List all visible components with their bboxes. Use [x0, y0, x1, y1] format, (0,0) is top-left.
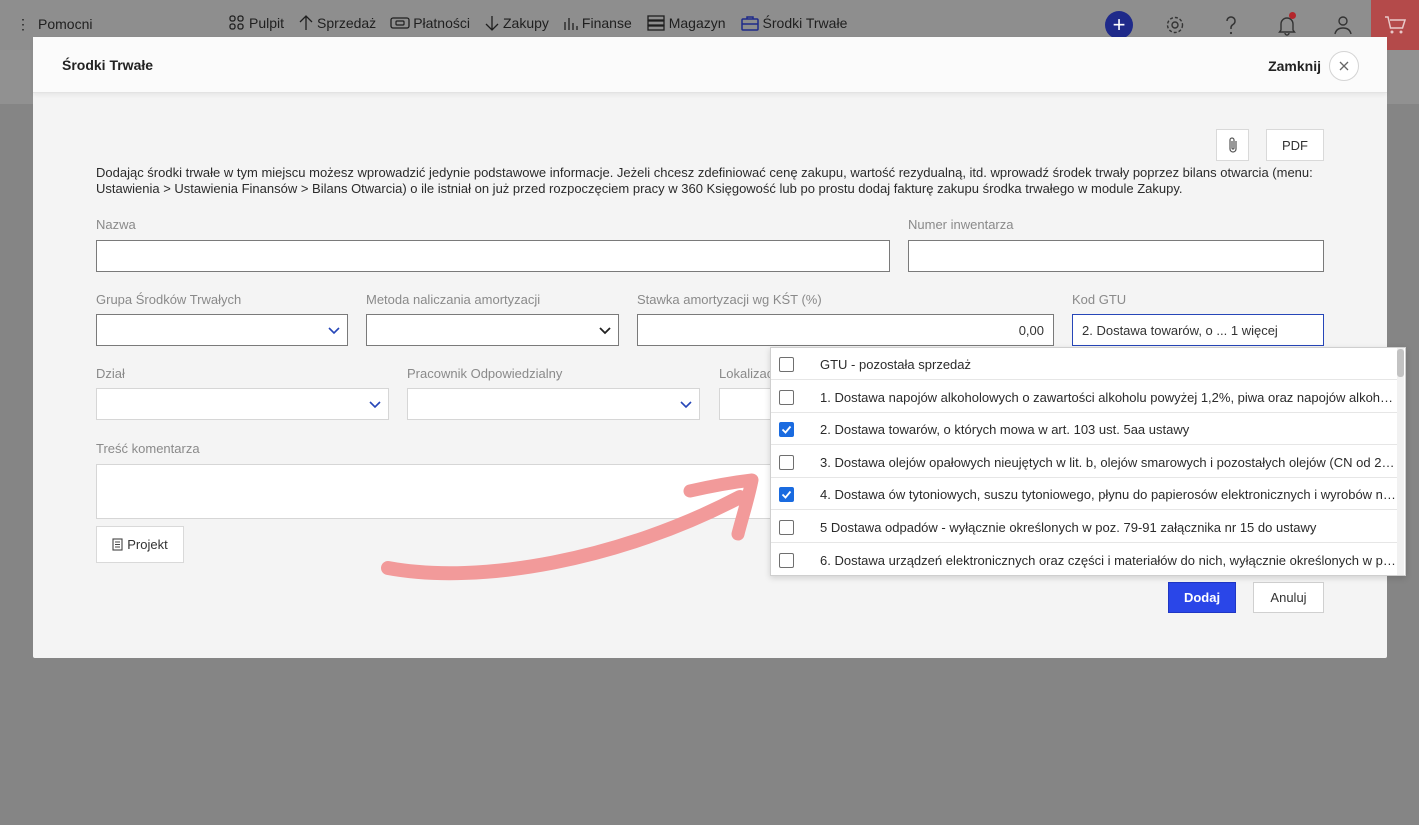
close-icon: [1339, 61, 1349, 71]
cart-icon: [1385, 16, 1406, 34]
help-icon: [1226, 16, 1236, 35]
wallet-icon: [390, 17, 410, 29]
dropdown-scrollbar[interactable]: [1397, 348, 1404, 575]
gtu-option[interactable]: 5 Dostawa odpadów - wyłącznie określonyc…: [771, 511, 1398, 543]
close-label[interactable]: Zamknij: [1268, 58, 1321, 74]
label-numer-inwentarza: Numer inwentarza: [908, 217, 1014, 232]
pdf-button[interactable]: PDF: [1266, 129, 1324, 161]
nav-item-sprzedaz[interactable]: Sprzedaż: [298, 14, 376, 32]
chevron-down-icon: [328, 327, 340, 335]
gtu-dropdown-list: GTU - pozostała sprzedaż 1. Dostawa napo…: [770, 347, 1406, 576]
checkbox[interactable]: [779, 357, 794, 372]
label-kod-gtu: Kod GTU: [1072, 292, 1127, 307]
label-metoda: Metoda naliczania amortyzacji: [366, 292, 541, 307]
project-button[interactable]: Projekt: [96, 526, 184, 563]
more-vertical-icon[interactable]: ⋮: [16, 16, 30, 33]
close-button[interactable]: [1329, 51, 1359, 81]
gtu-code-select[interactable]: 2. Dostawa towarów, o ... 1 więcej: [1072, 314, 1324, 346]
info-text: Dodając środki trwałe w tym miejscu może…: [96, 165, 1313, 196]
chevron-down-icon: [680, 401, 692, 409]
asset-group-select[interactable]: [96, 314, 348, 346]
depreciation-rate-field[interactable]: 0,00: [637, 314, 1054, 346]
employee-select[interactable]: [407, 388, 700, 420]
gtu-option[interactable]: 2. Dostawa towarów, o których mowa w art…: [771, 413, 1398, 445]
checkbox[interactable]: [779, 390, 794, 405]
brand[interactable]: ⋮ Pomocni: [16, 16, 92, 33]
paperclip-icon: [1228, 137, 1237, 153]
brand-label: Pomocni: [38, 16, 93, 32]
checkbox[interactable]: [779, 553, 794, 568]
gtu-option-label: 4. Dostawa ów tytoniowych, suszu tytonio…: [820, 487, 1397, 502]
arrow-up-icon: [299, 15, 313, 30]
main-menu: Pulpit Sprzedaż Płatności Zakupy Finanse…: [228, 14, 861, 32]
label-grupa: Grupa Środków Trwałych: [96, 292, 242, 307]
gtu-option-label: GTU - pozostała sprzedaż: [820, 357, 972, 372]
label-nazwa: Nazwa: [96, 217, 136, 232]
inventory-number-field[interactable]: [908, 240, 1324, 272]
checkmark-icon: [781, 490, 792, 499]
nav-label: Finanse: [581, 15, 632, 31]
arrow-down-icon: [485, 16, 499, 31]
nav-label: Pulpit: [249, 15, 285, 31]
gtu-selected-text: 2. Dostawa towarów, o ... 1 więcej: [1082, 323, 1278, 338]
attach-button[interactable]: [1216, 129, 1249, 161]
notification-dot: [1289, 12, 1296, 19]
gtu-option[interactable]: 1. Dostawa napojów alkoholowych o zawart…: [771, 381, 1398, 413]
checkmark-icon: [781, 425, 792, 434]
gtu-option[interactable]: 6. Dostawa urządzeń elektronicznych oraz…: [771, 544, 1398, 575]
gtu-option-label: 2. Dostawa towarów, o których mowa w art…: [820, 422, 1190, 437]
label-stawka: Stawka amortyzacji wg KŚT (%): [637, 292, 822, 307]
gtu-option-label: 1. Dostawa napojów alkoholowych o zawart…: [820, 390, 1397, 405]
chevron-down-icon: [369, 401, 381, 409]
nav-label: Płatności: [413, 15, 470, 31]
name-field[interactable]: [96, 240, 890, 272]
label-lokalizacja: Lokalizac: [719, 366, 774, 381]
depreciation-method-select[interactable]: [366, 314, 619, 346]
comment-textarea[interactable]: [96, 464, 796, 519]
label-dzial: Dział: [96, 366, 125, 381]
stack-icon: [647, 15, 665, 31]
nav-item-magazyn[interactable]: Magazyn: [646, 14, 726, 32]
checkbox-checked[interactable]: [779, 487, 794, 502]
gtu-option-label: 6. Dostawa urządzeń elektronicznych oraz…: [820, 553, 1397, 568]
gtu-option-label: 3. Dostawa olejów opałowych nieujętych w…: [820, 455, 1397, 470]
project-button-label: Projekt: [127, 537, 168, 552]
nav-item-pulpit[interactable]: Pulpit: [228, 14, 284, 32]
department-select[interactable]: [96, 388, 389, 420]
label-tresc-komentarza: Treść komentarza: [96, 441, 200, 456]
gtu-option-label: 5 Dostawa odpadów - wyłącznie określonyc…: [820, 520, 1317, 535]
nav-label: Sprzedaż: [317, 15, 377, 31]
depreciation-rate-value: 0,00: [1018, 323, 1044, 338]
add-button[interactable]: Dodaj: [1168, 582, 1236, 613]
grid-icon: [229, 15, 244, 30]
modal-title: Środki Trwałe: [62, 57, 154, 73]
nav-item-platnosci[interactable]: Płatności: [390, 14, 470, 32]
briefcase-icon: [740, 16, 759, 31]
bar-chart-icon: [564, 18, 578, 30]
gtu-option[interactable]: GTU - pozostała sprzedaż: [771, 348, 1398, 380]
nav-label: Zakupy: [503, 15, 549, 31]
plus-icon[interactable]: +: [1105, 11, 1133, 39]
nav-item-finanse[interactable]: Finanse: [563, 14, 632, 32]
label-pracownik: Pracownik Odpowiedzialny: [407, 366, 563, 381]
gtu-option[interactable]: 3. Dostawa olejów opałowych nieujętych w…: [771, 446, 1398, 478]
chevron-down-icon: [599, 327, 611, 335]
document-icon: [112, 538, 123, 551]
gtu-option[interactable]: 4. Dostawa ów tytoniowych, suszu tytonio…: [771, 478, 1398, 510]
nav-label: Magazyn: [668, 15, 726, 31]
checkbox[interactable]: [779, 455, 794, 470]
scrollbar-thumb[interactable]: [1397, 349, 1404, 377]
nav-item-srodki-trwale[interactable]: Środki Trwałe: [740, 14, 848, 32]
cancel-button[interactable]: Anuluj: [1253, 582, 1324, 613]
checkbox-checked[interactable]: [779, 422, 794, 437]
nav-label: Środki Trwałe: [762, 15, 848, 31]
nav-item-zakupy[interactable]: Zakupy: [484, 14, 549, 32]
gear-icon: [1166, 16, 1184, 34]
checkbox[interactable]: [779, 520, 794, 535]
modal-header: Środki Trwałe Zamknij: [33, 37, 1387, 93]
user-icon: [1334, 16, 1352, 35]
